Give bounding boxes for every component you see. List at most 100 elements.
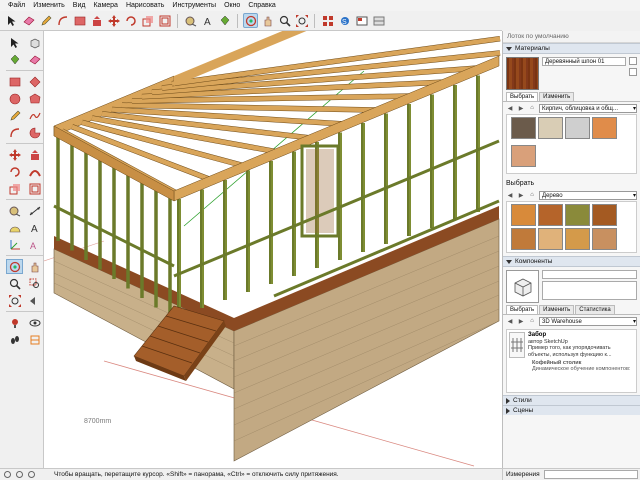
component-icon[interactable] (26, 35, 43, 50)
3d-text-icon[interactable]: A (26, 237, 43, 252)
tab-materials-edit[interactable]: Изменить (539, 92, 575, 101)
components-library-select[interactable]: 3D Warehouse ▾ (539, 316, 637, 326)
dimension-icon[interactable] (26, 203, 43, 218)
eraser-icon[interactable] (26, 52, 43, 67)
material-swatch[interactable] (565, 117, 590, 139)
polygon-icon[interactable] (26, 91, 43, 106)
material-swatch[interactable] (592, 117, 617, 139)
home-icon[interactable]: ⌂ (528, 104, 536, 112)
orbit-icon[interactable] (243, 13, 258, 28)
material-swatch[interactable] (565, 204, 590, 226)
scale-icon[interactable] (140, 13, 155, 28)
material-swatch[interactable] (511, 204, 536, 226)
model-viewport[interactable]: 8700mm (44, 31, 502, 468)
zoom-extents-icon[interactable] (294, 13, 309, 28)
rectangle-icon[interactable] (72, 13, 87, 28)
default-material-icon[interactable] (629, 68, 637, 76)
tab-components-select[interactable]: Выбрать (506, 305, 539, 314)
warehouse-icon[interactable] (320, 13, 335, 28)
move-icon[interactable] (6, 147, 23, 162)
extension-icon[interactable]: S (337, 13, 352, 28)
follow-me-icon[interactable] (26, 164, 43, 179)
tab-materials-select[interactable]: Выбрать (506, 92, 539, 101)
tape-measure-icon[interactable] (6, 203, 23, 218)
rectangle-icon[interactable] (6, 74, 23, 89)
forward-arrow-icon[interactable]: ▶ (517, 104, 525, 112)
paint-bucket-icon[interactable] (6, 52, 23, 67)
rotate-icon[interactable] (123, 13, 138, 28)
material-swatch[interactable] (592, 204, 617, 226)
offset-icon[interactable] (157, 13, 172, 28)
credits-icon[interactable] (16, 471, 23, 478)
material-swatch[interactable] (511, 117, 536, 139)
materials-library-select-2[interactable]: Дерево ▾ (539, 190, 637, 200)
layout-icon[interactable] (354, 13, 369, 28)
forward-arrow-icon[interactable]: ▶ (517, 317, 525, 325)
select-arrow-icon[interactable] (4, 13, 19, 28)
back-arrow-icon[interactable]: ◀ (506, 317, 514, 325)
list-item[interactable]: Забор автор SketchUp Пример того, как уп… (507, 330, 636, 360)
create-material-icon[interactable] (629, 57, 637, 65)
materials-panel-header[interactable]: Материалы (503, 43, 640, 54)
material-swatch[interactable] (538, 228, 563, 250)
zoom-extents-icon[interactable] (6, 293, 23, 308)
axes-icon[interactable] (6, 237, 23, 252)
pencil-icon[interactable] (6, 108, 23, 123)
material-swatch[interactable] (511, 228, 536, 250)
measurements-input[interactable] (543, 470, 638, 479)
menu-window[interactable]: Окно (220, 0, 244, 11)
home-icon[interactable]: ⌂ (528, 317, 536, 325)
zoom-window-icon[interactable] (26, 276, 43, 291)
previous-view-icon[interactable] (26, 293, 43, 308)
arc-icon[interactable] (6, 125, 23, 140)
component-thumbnail[interactable] (506, 270, 539, 303)
current-material-swatch[interactable] (506, 57, 539, 90)
menu-edit[interactable]: Изменить (29, 0, 69, 11)
help-icon[interactable] (28, 471, 35, 478)
walk-icon[interactable] (6, 332, 23, 347)
menu-view[interactable]: Вид (69, 0, 90, 11)
pie-icon[interactable] (26, 125, 43, 140)
move-icon[interactable] (106, 13, 121, 28)
back-arrow-icon[interactable]: ◀ (506, 104, 514, 112)
material-swatch[interactable] (538, 117, 563, 139)
back-arrow-icon[interactable]: ◀ (506, 191, 514, 199)
component-name-field[interactable] (542, 270, 637, 279)
zoom-icon[interactable] (277, 13, 292, 28)
circle-icon[interactable] (6, 91, 23, 106)
position-camera-icon[interactable] (6, 315, 23, 330)
sandbox-icon[interactable] (371, 13, 386, 28)
menu-tools[interactable]: Инструменты (168, 0, 220, 11)
list-item[interactable]: Кофейный столик Динамическое обучение ко… (507, 360, 636, 372)
components-panel-header[interactable]: Компоненты (503, 256, 640, 267)
material-swatch[interactable] (565, 228, 590, 250)
menu-file[interactable]: Файл (4, 0, 29, 11)
select-arrow-icon[interactable] (6, 35, 23, 50)
home-icon[interactable]: ⌂ (528, 191, 536, 199)
material-swatch[interactable] (511, 145, 536, 167)
scenes-panel-header[interactable]: Сцены (503, 405, 640, 415)
pushpull-icon[interactable] (26, 147, 43, 162)
material-swatch[interactable] (538, 204, 563, 226)
paint-bucket-icon[interactable] (217, 13, 232, 28)
arc-icon[interactable] (55, 13, 70, 28)
orbit-icon[interactable] (6, 259, 23, 274)
material-swatch[interactable] (592, 228, 617, 250)
freehand-icon[interactable] (26, 108, 43, 123)
offset-icon[interactable] (26, 181, 43, 196)
tab-components-stats[interactable]: Статистика (575, 305, 615, 314)
materials-library-select[interactable]: Кирпич, облицовка и общ... ▾ (539, 103, 637, 113)
pan-icon[interactable] (26, 259, 43, 274)
component-description-field[interactable] (542, 281, 637, 300)
look-around-icon[interactable] (26, 315, 43, 330)
forward-arrow-icon[interactable]: ▶ (517, 191, 525, 199)
eraser-icon[interactable] (21, 13, 36, 28)
rotated-rectangle-icon[interactable] (26, 74, 43, 89)
protractor-icon[interactable] (6, 220, 23, 235)
menu-help[interactable]: Справка (244, 0, 279, 11)
text-icon[interactable]: A (200, 13, 215, 28)
geolocation-icon[interactable] (4, 471, 11, 478)
zoom-icon[interactable] (6, 276, 23, 291)
scale-icon[interactable] (6, 181, 23, 196)
tape-measure-icon[interactable] (183, 13, 198, 28)
